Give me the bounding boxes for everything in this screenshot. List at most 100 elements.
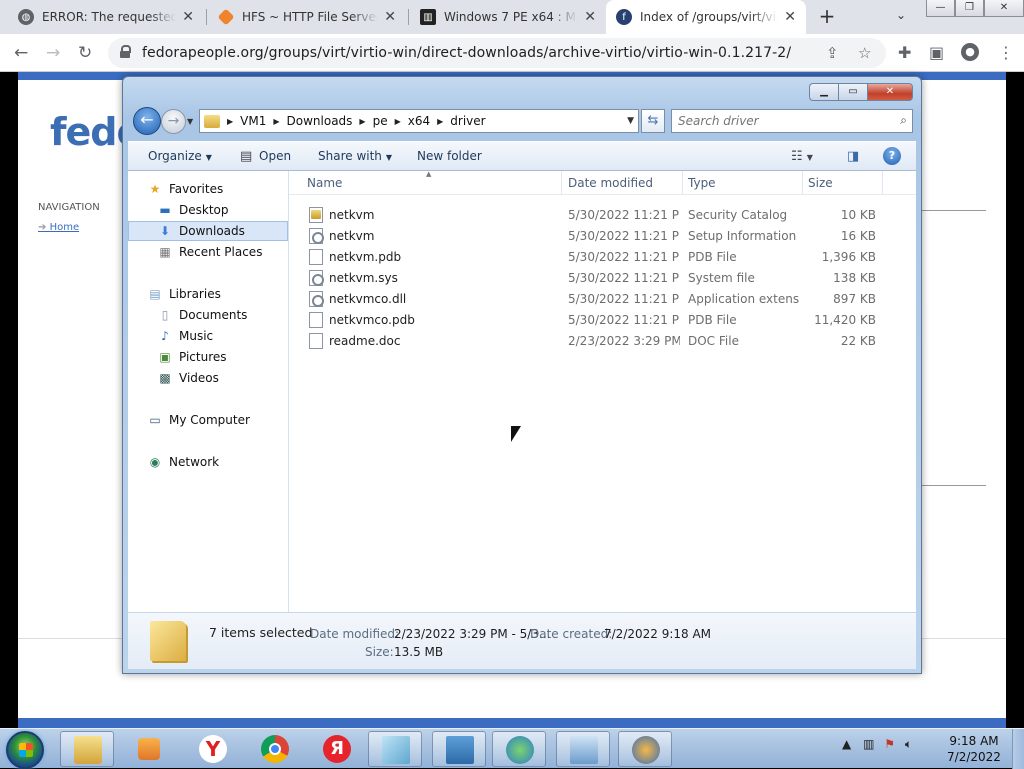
column-date-modified[interactable]: Date modified (568, 176, 653, 190)
nav-documents[interactable]: ▯ Documents (128, 305, 288, 325)
column-size[interactable]: Size (808, 176, 833, 190)
nav-network[interactable]: ◉ Network (128, 452, 288, 472)
breadcrumb-pe[interactable]: pe (369, 114, 392, 128)
nav-videos[interactable]: ▩ Videos (128, 368, 288, 388)
reload-icon[interactable]: ↻ (78, 43, 92, 63)
explorer-close-button[interactable]: ✕ (867, 83, 913, 101)
help-icon[interactable]: ? (883, 147, 901, 165)
tab-close-icon[interactable]: ✕ (182, 9, 194, 25)
address-bar[interactable]: fedorapeople.org/groups/virt/virtio-win/… (108, 38, 886, 68)
tab-close-icon[interactable]: ✕ (584, 9, 596, 25)
menu-kebab-icon[interactable]: ⋮ (998, 43, 1014, 62)
breadcrumb-downloads[interactable]: Downloads (283, 114, 357, 128)
organize-button[interactable]: Organize ▼ (148, 149, 212, 163)
action-center-flag-icon[interactable]: ⚑ (884, 737, 895, 751)
share-with-button[interactable]: Share with ▼ (318, 149, 392, 163)
preview-pane-icon[interactable]: ◨ (847, 149, 859, 164)
start-button[interactable] (6, 731, 44, 769)
maximize-button[interactable]: ❐ (955, 0, 984, 17)
new-tab-button[interactable]: + (816, 6, 838, 28)
address-dropdown[interactable]: ▼ (627, 116, 634, 126)
table-row[interactable]: netkvm.pdb 5/30/2022 11:21 PM PDB File 1,39… (289, 247, 916, 268)
url-text[interactable]: fedorapeople.org/groups/virt/virtio-win/… (142, 45, 791, 61)
tab-error[interactable]: ◍ ERROR: The requested URL could not be … (8, 0, 204, 34)
network-tray-icon[interactable]: ▥ (863, 737, 874, 751)
nav-desktop[interactable]: ▬ Desktop (128, 200, 288, 220)
taskbar-notepad[interactable] (368, 731, 422, 767)
nav-favorites[interactable]: ★ Favorites (128, 179, 288, 199)
show-desktop-button[interactable] (1012, 729, 1024, 769)
navigation-heading: NAVIGATION (38, 202, 100, 213)
volume-icon[interactable]: 🔈︎ (905, 737, 912, 751)
breadcrumb-x64[interactable]: x64 (404, 114, 434, 128)
table-row[interactable]: readme.doc 2/23/2022 3:29 PM DOC File 22 KB (289, 331, 916, 352)
browser-window-controls: — ❐ ✕ (926, 0, 1024, 18)
home-link[interactable]: Home (38, 222, 80, 233)
nav-recent-places[interactable]: ▦ Recent Places (128, 242, 288, 262)
table-row[interactable]: netkvm 5/30/2022 11:21 PM Security Catalog… (289, 205, 916, 226)
explorer-maximize-button[interactable]: ▭ (838, 83, 867, 101)
tab-search-button[interactable]: ⌄ (896, 8, 906, 22)
nav-my-computer[interactable]: ▭ My Computer (128, 410, 288, 430)
archive-icon: ▥ (420, 9, 436, 25)
share-icon[interactable]: ⇪ (826, 44, 839, 62)
new-folder-button[interactable]: New folder (417, 149, 482, 163)
taskbar-photo-viewer[interactable] (432, 731, 486, 767)
recent-pages-dropdown[interactable]: ▼ (187, 117, 193, 126)
search-icon[interactable]: ⌕ (900, 113, 907, 128)
clock[interactable]: 9:18 AM 7/2/2022 (944, 733, 1004, 765)
taskbar-installer[interactable] (618, 731, 672, 767)
open-icon: ▤ (240, 149, 253, 164)
tab-windows7pe[interactable]: ▥ Windows 7 PE x64 : Microsoft ✕ (410, 0, 606, 34)
file-name: netkvm.sys (329, 271, 398, 285)
tab-close-icon[interactable]: ✕ (784, 9, 796, 25)
nav-libraries[interactable]: ▤ Libraries (128, 284, 288, 304)
nav-downloads[interactable]: ⬇ Downloads (128, 221, 288, 241)
taskbar-yandex[interactable]: Y (186, 731, 240, 767)
show-hidden-icons-arrow[interactable]: ▲ (842, 737, 851, 751)
explorer-minimize-button[interactable]: ▁ (809, 83, 838, 101)
file-date-modified: 5/30/2022 11:21 PM (568, 250, 680, 264)
close-button[interactable]: ✕ (984, 0, 1024, 17)
desktop-icon: ▬ (159, 203, 171, 217)
table-row[interactable]: netkvmco.pdb 5/30/2022 11:21 PM PDB File 11… (289, 310, 916, 331)
breadcrumb-driver[interactable]: driver (446, 114, 489, 128)
explorer-window: ▁ ▭ ✕ ← → ▼ ▶ VM1 ▶ Downloads ▶ pe ▶ x64… (122, 76, 922, 674)
table-row[interactable]: netkvm 5/30/2022 11:21 PM Setup Informatio… (289, 226, 916, 247)
breadcrumb-vm1[interactable]: VM1 (236, 114, 270, 128)
taskbar-control-panel[interactable] (556, 731, 610, 767)
profile-avatar-icon[interactable]: ● (961, 43, 979, 61)
extensions-puzzle-icon[interactable]: ✚ (898, 43, 911, 62)
tab-hfs[interactable]: HFS ~ HTTP File Server download ✕ (208, 0, 406, 34)
bookmark-star-icon[interactable]: ☆ (858, 44, 871, 62)
pictures-icon: ▣ (159, 350, 171, 364)
breadcrumb[interactable]: ▶ VM1 ▶ Downloads ▶ pe ▶ x64 ▶ driver ▼ (199, 109, 639, 133)
music-icon: ♪ (161, 329, 169, 343)
column-type[interactable]: Type (688, 176, 716, 190)
open-button[interactable]: Open (259, 149, 291, 163)
nav-pictures[interactable]: ▣ Pictures (128, 347, 288, 367)
computer-icon: ▭ (149, 413, 161, 427)
taskbar-explorer[interactable] (60, 731, 114, 767)
file-type: DOC File (688, 334, 739, 348)
taskbar-yandex-browser[interactable]: Я (310, 731, 364, 767)
forward-arrow-icon[interactable]: → (46, 43, 60, 63)
tab-index-virtio[interactable]: f Index of /groups/virt/virtio-win ✕ (606, 0, 806, 34)
minimize-button[interactable]: — (926, 0, 955, 17)
side-panel-icon[interactable]: ▣ (929, 43, 944, 62)
taskbar-network-app[interactable] (492, 731, 546, 767)
back-arrow-icon[interactable]: ← (14, 43, 28, 63)
table-row[interactable]: netkvmco.dll 5/30/2022 11:21 PM Applicatio… (289, 289, 916, 310)
nav-music[interactable]: ♪ Music (128, 326, 288, 346)
refresh-button[interactable]: ⇆ (641, 109, 665, 133)
table-row[interactable]: netkvm.sys 5/30/2022 11:21 PM System file 1… (289, 268, 916, 289)
view-options-icon[interactable]: ☷ ▼ (791, 149, 813, 164)
column-name[interactable]: Name (307, 176, 342, 190)
forward-button[interactable]: → (161, 109, 186, 134)
taskbar-media-player[interactable] (122, 731, 176, 767)
back-button[interactable]: ← (133, 107, 161, 135)
tab-close-icon[interactable]: ✕ (384, 9, 396, 25)
taskbar-chrome[interactable] (248, 731, 302, 767)
globe-icon: ◍ (18, 9, 34, 25)
search-input[interactable] (672, 110, 882, 132)
